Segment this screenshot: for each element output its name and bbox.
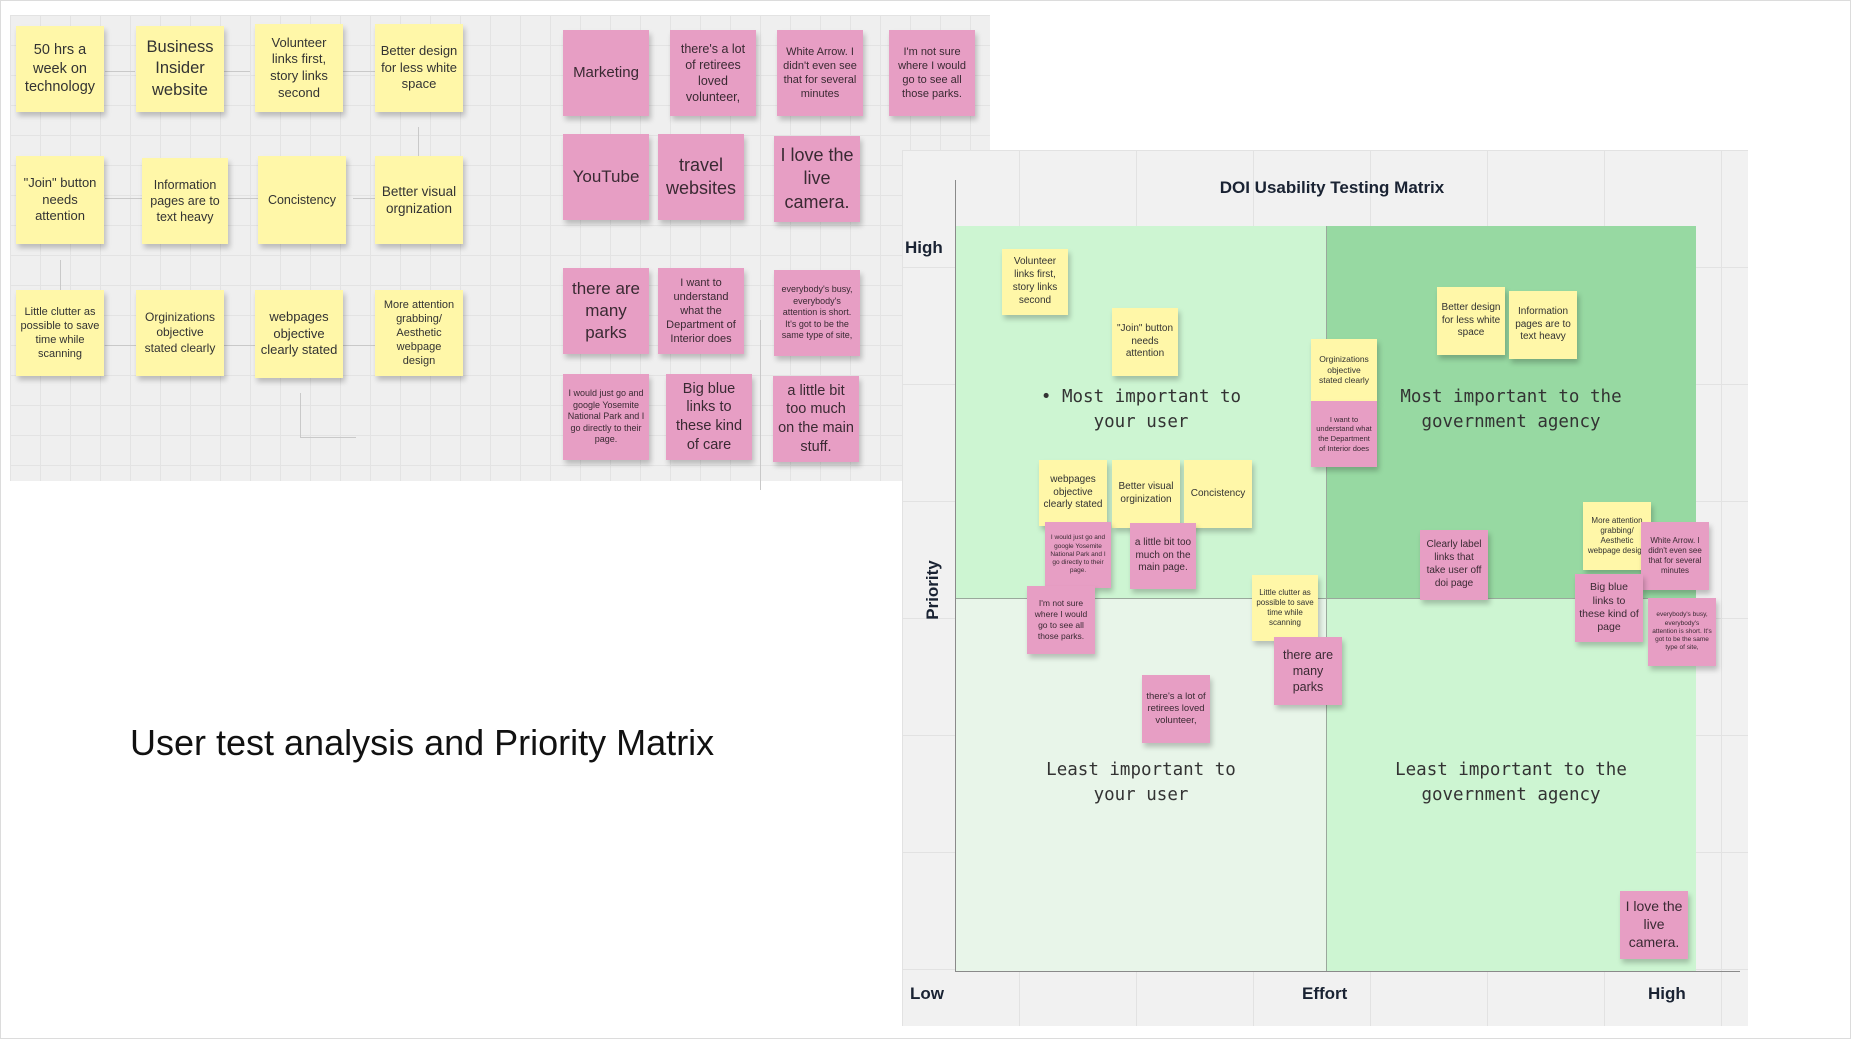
matrix-sticky-note[interactable]: I love the live camera. (1620, 891, 1688, 959)
sticky-note[interactable]: there's a lot of retirees loved voluntee… (670, 30, 756, 116)
connector-line (760, 320, 761, 490)
sticky-note[interactable]: Business Insider website (136, 26, 224, 112)
matrix-sticky-note[interactable]: Better design for less white space (1437, 287, 1505, 355)
y-axis-label: Priority (923, 560, 942, 620)
slide-title: User test analysis and Priority Matrix (130, 722, 715, 763)
connector-line (105, 71, 135, 72)
sticky-note[interactable]: there are many parks (563, 268, 649, 354)
matrix-sticky-note[interactable]: Volunteer links first, story links secon… (1002, 249, 1068, 315)
matrix-sticky-note[interactable]: Better visual orginization (1112, 460, 1180, 528)
matrix-sticky-note[interactable]: a little bit too much on the main page. (1130, 523, 1196, 589)
sticky-note[interactable]: White Arrow. I didn't even see that for … (777, 30, 863, 116)
sticky-note[interactable]: "Join" button needs attention (16, 156, 104, 244)
connector-line (343, 345, 377, 346)
y-axis-line (955, 180, 956, 972)
connector-line (343, 71, 377, 72)
connector-line (220, 71, 250, 72)
sticky-note[interactable]: a little bit too much on the main stuff. (773, 376, 859, 462)
sticky-note[interactable]: Little clutter as possible to save time … (16, 290, 104, 376)
sticky-note[interactable]: Better design for less white space (375, 24, 463, 112)
quadrant-label-bottom-left: Least important to your user (1046, 760, 1236, 805)
y-axis-high-label: High (905, 238, 943, 257)
sticky-note[interactable]: I want to understand what the Department… (658, 268, 744, 354)
sticky-note[interactable]: Marketing (563, 30, 649, 116)
sticky-note[interactable]: Orginizations objective stated clearly (136, 290, 224, 376)
x-axis-high-label: High (1648, 984, 1686, 1003)
sticky-note[interactable]: 50 hrs a week on technology (16, 26, 104, 112)
sticky-note[interactable]: More attention grabbing/ Aesthetic webpa… (375, 290, 463, 376)
matrix-sticky-note[interactable]: there are many parks (1274, 637, 1342, 705)
sticky-note[interactable]: YouTube (563, 134, 649, 220)
connector-line (353, 198, 377, 199)
sticky-note[interactable]: everybody's busy, everybody's attention … (774, 270, 860, 356)
sticky-note[interactable]: webpages objective clearly stated (255, 290, 343, 378)
matrix-sticky-note[interactable]: everybody's busy, everybody's attention … (1648, 598, 1716, 666)
matrix-sticky-note[interactable]: I'm not sure where I would go to see all… (1027, 586, 1095, 654)
matrix-sticky-note[interactable]: Clearly label links that take user off d… (1420, 530, 1488, 600)
quadrant-label-top-left: • Most important to your user (1040, 387, 1242, 432)
sticky-note[interactable]: Concistency (258, 156, 346, 244)
matrix-sticky-note[interactable]: there's a lot of retirees loved voluntee… (1142, 675, 1210, 743)
x-axis-label: Effort (1302, 984, 1348, 1003)
matrix-sticky-note[interactable]: I would just go and google Yosemite Nati… (1045, 522, 1111, 588)
matrix-title: DOI Usability Testing Matrix (1219, 178, 1445, 197)
matrix-sticky-note[interactable]: I want to understand what the Department… (1311, 401, 1377, 467)
matrix-sticky-note[interactable]: Information pages are to text heavy (1509, 291, 1577, 359)
sticky-note[interactable]: Better visual orgnization (375, 156, 463, 244)
quadrant-label-top-right: Most important to the government agency (1400, 387, 1622, 432)
connector-line (300, 437, 356, 438)
matrix-sticky-note[interactable]: webpages objective clearly stated (1039, 460, 1107, 526)
matrix-sticky-note[interactable]: White Arrow. I didn't even see that for … (1641, 522, 1709, 590)
sticky-note[interactable]: Volunteer links first, story links secon… (255, 24, 343, 112)
sticky-note[interactable]: travel websites (658, 134, 744, 220)
x-axis-low-label: Low (910, 984, 944, 1003)
sticky-note[interactable]: Big blue links to these kind of care (666, 374, 752, 460)
connector-line (105, 198, 147, 199)
connector-line (300, 393, 301, 437)
matrix-sticky-note[interactable]: "Join" button needs attention (1112, 308, 1178, 376)
sticky-note[interactable]: Information pages are to text heavy (142, 158, 228, 244)
matrix-sticky-note[interactable]: Orginizations objective stated clearly (1311, 339, 1377, 401)
sticky-note[interactable]: I'm not sure where I would go to see all… (889, 30, 975, 116)
sticky-note[interactable]: I would just go and google Yosemite Nati… (563, 374, 649, 460)
matrix-sticky-note[interactable]: Big blue links to these kind of page (1575, 574, 1643, 642)
matrix-sticky-note[interactable]: Concistency (1184, 460, 1252, 528)
x-axis-line (955, 971, 1740, 972)
matrix-sticky-note[interactable]: Little clutter as possible to save time … (1252, 575, 1318, 641)
sticky-note[interactable]: I love the live camera. (774, 136, 860, 222)
quadrant-label-bottom-right: Least important to the government agency (1395, 760, 1627, 805)
